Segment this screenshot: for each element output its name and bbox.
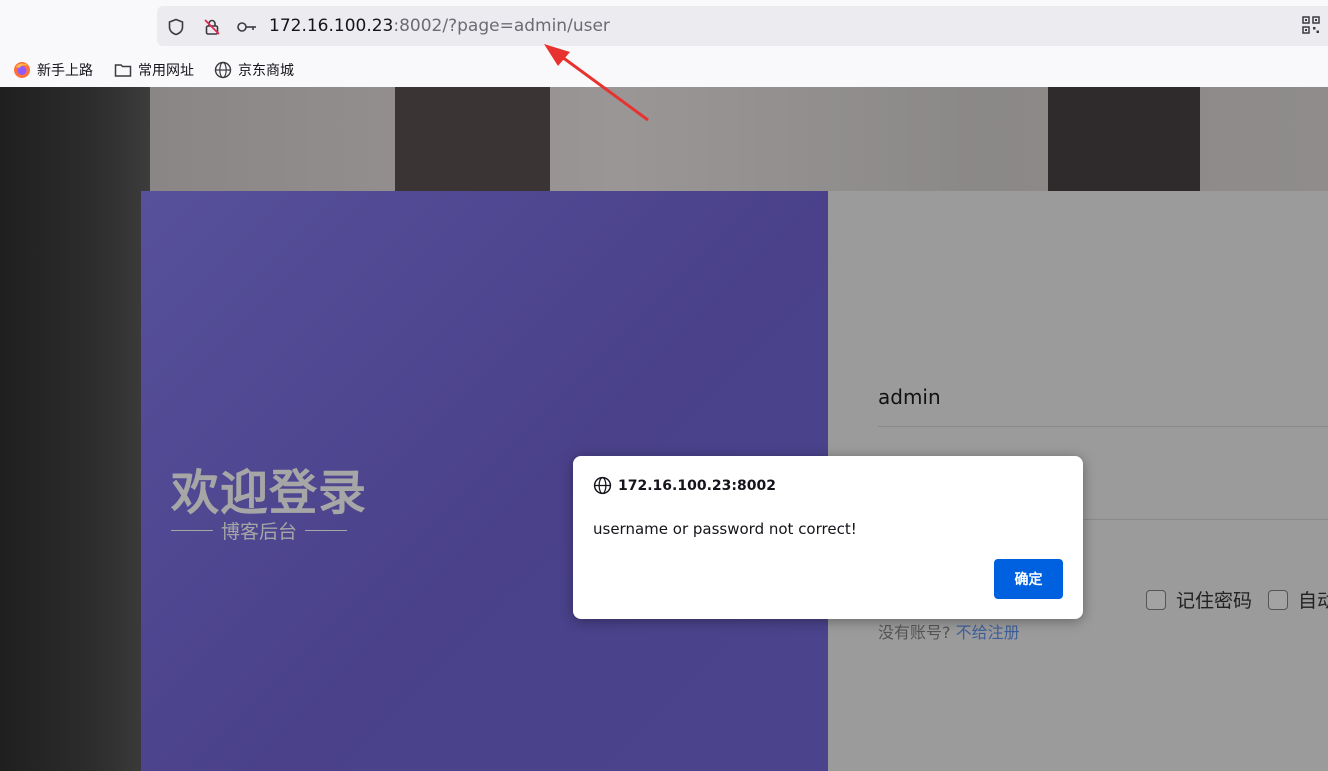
bookmarks-bar: 新手上路 常用网址 京东商城 — [0, 53, 1328, 88]
subtitle-text: 博客后台 — [221, 521, 298, 543]
bookmark-label: 常用网址 — [138, 63, 194, 79]
url-host: 172.16.100.23 — [269, 16, 394, 36]
bookmark-item[interactable]: 常用网址 — [114, 59, 194, 81]
remember-password-label: 记住密码 — [1176, 590, 1253, 612]
dialog-header: 172.16.100.23:8002 — [593, 476, 776, 495]
alert-dialog: 172.16.100.23:8002 username or password … — [573, 456, 1083, 619]
auto-login-checkbox[interactable]: 自动 — [1268, 586, 1328, 613]
shield-icon[interactable] — [167, 18, 185, 36]
address-bar[interactable]: 172.16.100.23:8002/?page=admin/user — [157, 6, 1328, 46]
welcome-subtitle: 博客后台 — [171, 517, 348, 544]
auto-login-label: 自动 — [1298, 590, 1328, 612]
folder-icon — [114, 64, 132, 77]
background-shape — [395, 87, 550, 191]
background-shape — [1048, 87, 1200, 191]
checkbox-box[interactable] — [1268, 589, 1288, 610]
page-content: 欢迎登录 博客后台 admin 记住密码 自动 没有账号? 不给注册 — [0, 87, 1328, 771]
welcome-title: 欢迎登录 — [171, 465, 368, 521]
username-underline — [878, 426, 1328, 427]
firefox-icon — [14, 62, 30, 78]
remember-password-checkbox[interactable]: 记住密码 — [1146, 586, 1252, 613]
qr-code-icon[interactable] — [1302, 16, 1320, 34]
browser-toolbar: 172.16.100.23:8002/?page=admin/user — [0, 0, 1328, 53]
url-text[interactable]: 172.16.100.23:8002/?page=admin/user — [269, 14, 610, 38]
register-link[interactable]: 不给注册 — [956, 623, 1020, 642]
dialog-message: username or password not correct! — [593, 520, 857, 538]
dialog-origin: 172.16.100.23:8002 — [618, 477, 776, 494]
register-prompt: 没有账号? 不给注册 — [878, 619, 1020, 643]
bookmark-label: 京东商城 — [238, 63, 294, 79]
bookmark-label: 新手上路 — [37, 63, 93, 79]
url-path: :8002/?page=admin/user — [393, 16, 610, 36]
checkbox-box[interactable] — [1146, 589, 1166, 610]
bookmark-item[interactable]: 京东商城 — [214, 59, 294, 81]
ok-button[interactable]: 确定 — [994, 559, 1063, 599]
globe-icon — [593, 476, 612, 495]
annotation-arrow — [544, 44, 649, 122]
divider — [171, 530, 213, 531]
username-input[interactable]: admin — [878, 385, 941, 409]
globe-icon — [214, 61, 232, 79]
divider — [305, 530, 348, 531]
key-icon[interactable] — [236, 18, 258, 36]
background-shape — [0, 87, 150, 771]
bookmark-item[interactable]: 新手上路 — [13, 59, 93, 81]
no-account-text: 没有账号? — [878, 623, 951, 642]
insecure-lock-icon[interactable] — [203, 18, 221, 36]
